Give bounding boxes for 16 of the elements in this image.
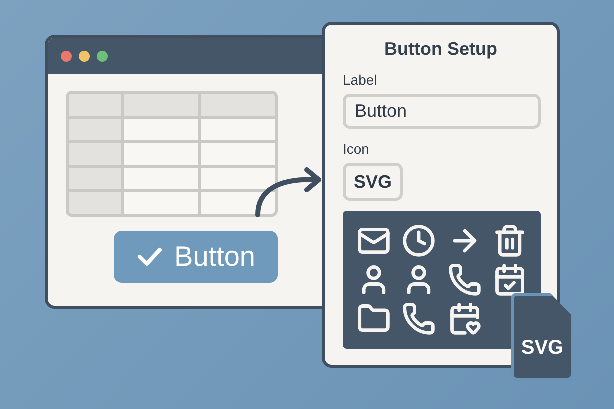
calendar-heart-icon[interactable]: [448, 302, 482, 336]
close-dot-icon[interactable]: [61, 50, 72, 62]
panel-title: Button Setup: [384, 39, 498, 60]
trash-icon[interactable]: [493, 224, 528, 258]
label-field[interactable]: Button: [343, 94, 541, 129]
maximize-dot-icon[interactable]: [97, 50, 108, 62]
field-label: Icon: [343, 141, 370, 157]
phone-icon[interactable]: [448, 262, 482, 297]
minimize-dot-icon[interactable]: [79, 50, 90, 62]
clock-icon[interactable]: [402, 224, 436, 258]
svg-file-icon: SVG: [511, 293, 574, 381]
check-icon: [136, 246, 163, 268]
calendar-check-icon[interactable]: [493, 262, 528, 297]
phone-icon[interactable]: [402, 302, 436, 336]
icon-field[interactable]: SVG: [343, 163, 403, 201]
field-label: Label: [343, 72, 378, 88]
